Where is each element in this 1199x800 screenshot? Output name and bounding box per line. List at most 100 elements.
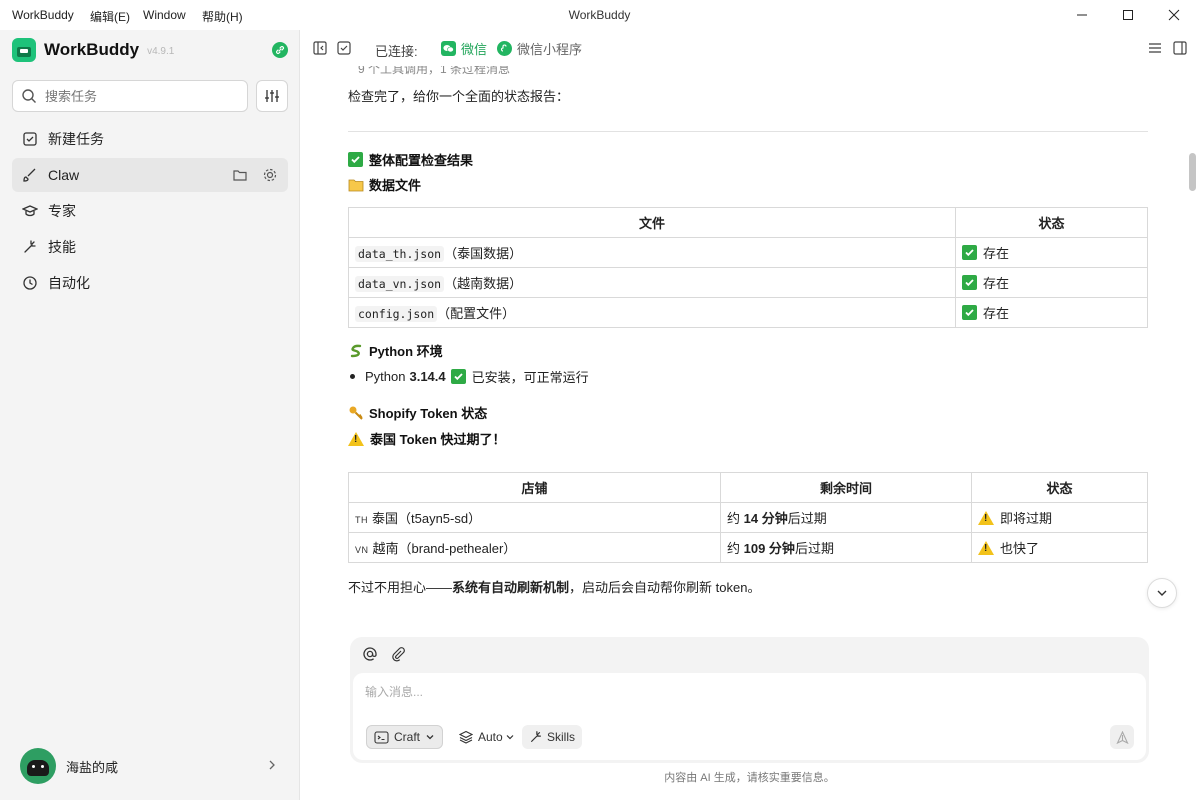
sidebar-item-label: Claw: [48, 167, 80, 183]
ai-disclaimer: 内容由 AI 生成，请核实重要信息。: [664, 772, 835, 784]
status-text: 存在: [983, 246, 1010, 261]
send-button[interactable]: [1110, 725, 1134, 749]
composer-tools: [362, 646, 406, 662]
minimize-button[interactable]: [1059, 0, 1105, 30]
search-input[interactable]: [45, 88, 235, 104]
time-value: 14 分钟: [743, 511, 788, 526]
close-window-button[interactable]: [1151, 0, 1197, 30]
section-data-files-title: 数据文件: [348, 175, 421, 194]
message-input[interactable]: [365, 683, 1085, 707]
side-panel-icon[interactable]: [1172, 40, 1188, 56]
list-icon[interactable]: [1147, 40, 1163, 56]
table-cell: 存在: [955, 237, 1148, 268]
connection-wechat[interactable]: 微信: [441, 39, 487, 58]
sidebar-item-label: 专家: [48, 203, 76, 219]
graduation-cap-icon: [22, 205, 38, 217]
file-code: config.json: [355, 306, 438, 322]
wechat-icon: [441, 41, 456, 56]
section-token-title: Shopify Token 状态: [348, 403, 487, 422]
clock-icon: [23, 276, 37, 290]
sidebar: WorkBuddy v4.9.1 新建任务 Claw 专家 技能 自动化: [0, 30, 300, 800]
store-name: 越南（brand-pethealer）: [372, 541, 517, 556]
sidebar-item-label: 新建任务: [48, 131, 104, 147]
section-title-text: Shopify Token 状态: [369, 406, 488, 421]
file-note: （配置文件）: [437, 306, 516, 321]
table-header: 剩余时间: [720, 472, 972, 503]
tool-calls-summary[interactable]: 9 个工具调用，1 条过程消息: [358, 66, 510, 77]
mode-selector[interactable]: Craft: [366, 725, 444, 749]
table-row: VN越南（brand-pethealer） 约 109 分钟后过期 也快了: [348, 532, 1148, 563]
intro-text: 检查完了，给你一个全面的状态报告：: [348, 89, 570, 104]
table-cell: 也快了: [971, 532, 1148, 563]
close-icon: [1168, 9, 1180, 21]
menu-app[interactable]: WorkBuddy: [12, 8, 74, 22]
table-header: 文件: [348, 207, 956, 238]
version-label: v4.9.1: [147, 46, 175, 57]
sidebar-item-experts[interactable]: 专家: [12, 194, 288, 228]
edit-task-icon[interactable]: [336, 40, 352, 56]
chat-content: 9 个工具调用，1 条过程消息 检查完了，给你一个全面的状态报告： 整体配置检查…: [300, 66, 1185, 626]
maximize-button[interactable]: [1105, 0, 1151, 30]
table-cell: data_th.json （泰国数据）: [348, 237, 956, 268]
flag-icon: TH: [355, 515, 368, 525]
paperclip-icon[interactable]: [390, 646, 406, 662]
skills-label: Skills: [547, 730, 576, 744]
title-bar: WorkBuddy 编辑(E) Window 帮助(H) WorkBuddy: [0, 0, 1199, 30]
scrollbar-thumb[interactable]: [1189, 153, 1196, 191]
closing-bold: 系统有自动刷新机制: [452, 580, 570, 595]
time-prefix: 约: [727, 541, 744, 556]
table-cell: 约 109 分钟后过期: [720, 532, 972, 563]
skills-button[interactable]: Skills: [522, 725, 583, 749]
sidebar-item-new-task[interactable]: 新建任务: [12, 122, 288, 156]
model-selector[interactable]: Auto: [452, 725, 522, 749]
at-mention-icon[interactable]: [362, 646, 378, 662]
warning-text: 泰国 Token 快过期了！: [370, 432, 506, 447]
sidebar-item-label: 自动化: [48, 275, 90, 291]
menu-edit[interactable]: 编辑(E): [90, 8, 130, 25]
composer-input-area: Craft Auto Skills: [353, 673, 1146, 760]
check-mark-icon: [450, 369, 466, 384]
file-note: （泰国数据）: [444, 246, 523, 261]
sidebar-item-skills[interactable]: 技能: [12, 230, 288, 264]
user-profile[interactable]: 海盐的咸: [20, 748, 288, 784]
connected-label: 已连接:: [375, 44, 418, 59]
brand-name: WorkBuddy: [44, 40, 140, 59]
avatar: [20, 748, 56, 784]
scroll-to-bottom-button[interactable]: [1147, 578, 1177, 608]
flag-icon: VN: [355, 545, 369, 555]
filter-button[interactable]: [256, 80, 288, 112]
time-prefix: 约: [727, 511, 744, 526]
sidebar-item-automation[interactable]: 自动化: [12, 266, 288, 300]
table-header: 店铺: [348, 472, 721, 503]
sidebar-item-claw[interactable]: Claw: [12, 158, 288, 192]
gear-icon[interactable]: [262, 167, 278, 183]
menu-help[interactable]: 帮助(H): [202, 8, 243, 25]
store-name: 泰国（t5ayn5-sd）: [372, 511, 482, 526]
send-icon: [1115, 730, 1129, 744]
status-text: 也快了: [1000, 541, 1040, 556]
menu-window[interactable]: Window: [143, 8, 186, 22]
connection-wechat-miniprogram[interactable]: 微信小程序: [497, 39, 582, 58]
file-code: data_th.json: [355, 246, 445, 262]
link-icon: [276, 46, 284, 54]
collapse-sidebar-icon[interactable]: [312, 40, 328, 56]
table-header-row: 文件 状态: [348, 207, 1148, 238]
table-header: 状态: [971, 472, 1148, 503]
user-name: 海盐的咸: [66, 759, 119, 775]
folder-icon[interactable]: [232, 167, 248, 183]
python-version: 3.14.4: [409, 369, 446, 384]
table-cell: VN 越南（brand-pethealer）: [348, 532, 721, 563]
search-box[interactable]: [12, 80, 248, 112]
table-row: data_th.json （泰国数据） 存在: [348, 237, 1148, 268]
sliders-icon: [265, 90, 279, 102]
check-mark-icon: [962, 275, 977, 290]
workbuddy-logo-icon: [12, 38, 36, 62]
check-mark-icon: [962, 245, 977, 260]
status-text: 存在: [983, 276, 1010, 291]
search-icon: [22, 89, 36, 103]
connection-status-button[interactable]: [272, 42, 288, 58]
closing-suffix: ，启动后会自动帮你刷新 token。: [569, 580, 761, 595]
table-cell: 存在: [955, 297, 1148, 328]
table-row: TH 泰国（t5ayn5-sd） 约 14 分钟后过期 即将过期: [348, 502, 1148, 533]
closing-prefix: 不过不用担心——: [348, 580, 453, 595]
